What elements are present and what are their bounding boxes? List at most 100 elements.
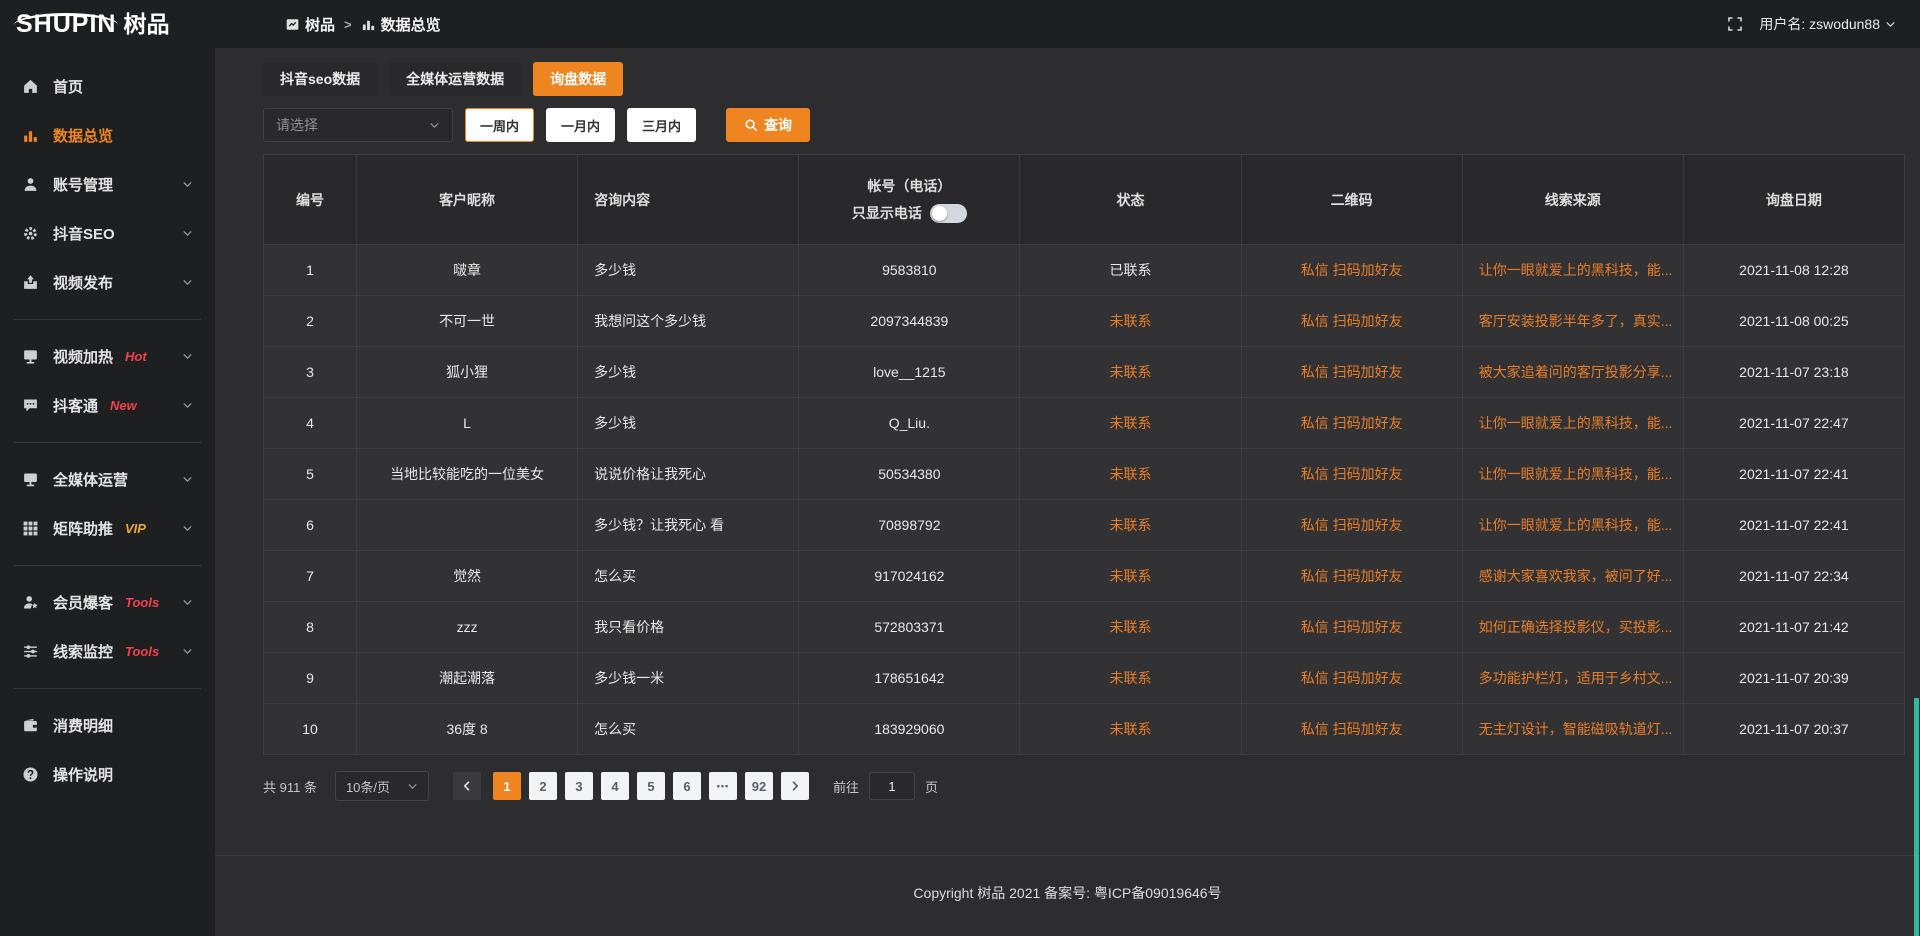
- sidebar-item-question[interactable]: 操作说明: [0, 750, 215, 799]
- sidebar-item-gear[interactable]: 抖音SEO: [0, 209, 215, 258]
- sidebar-item-chat[interactable]: 抖客通New: [0, 381, 215, 430]
- cell-nickname: 当地比较能吃的一位美女: [357, 449, 578, 500]
- range-month-button[interactable]: 一月内: [546, 108, 615, 142]
- pagination: 共 911 条 10条/页 123456•••92 前往 页: [263, 771, 1905, 801]
- cell-qr-links[interactable]: 私信 扫码加好友: [1241, 500, 1462, 551]
- search-icon: [744, 118, 758, 132]
- user-menu[interactable]: 用户名: zswodun88: [1759, 14, 1896, 34]
- cell-index: 8: [264, 602, 357, 653]
- cell-index: 5: [264, 449, 357, 500]
- sidebar-menu: 首页数据总览账号管理抖音SEO视频发布视频加热Hot抖客通New 全媒体运营矩阵助…: [0, 48, 215, 936]
- cell-qr-links[interactable]: 私信 扫码加好友: [1241, 653, 1462, 704]
- phone-only-label: 只显示电话: [852, 203, 922, 223]
- cell-lead-source[interactable]: 感谢大家喜欢我家，被问了好...: [1462, 551, 1683, 602]
- cell-inquiry-date: 2021-11-08 12:28: [1683, 245, 1904, 296]
- sidebar-item-video-publish[interactable]: 视频发布: [0, 258, 215, 307]
- cell-qr-links[interactable]: 私信 扫码加好友: [1241, 398, 1462, 449]
- cell-index: 1: [264, 245, 357, 296]
- sidebar-item-badge: Tools: [125, 644, 159, 659]
- cell-qr-links[interactable]: 私信 扫码加好友: [1241, 245, 1462, 296]
- cell-account: 50534380: [799, 449, 1020, 500]
- cell-qr-links[interactable]: 私信 扫码加好友: [1241, 551, 1462, 602]
- sidebar-item-home[interactable]: 首页: [0, 62, 215, 111]
- cell-status: 未联系: [1020, 704, 1241, 755]
- page-button-92[interactable]: 92: [745, 772, 773, 800]
- cell-nickname: 狐小狸: [357, 347, 578, 398]
- goto-page-input[interactable]: [869, 772, 915, 800]
- cell-qr-links[interactable]: 私信 扫码加好友: [1241, 347, 1462, 398]
- sidebar-item-monitor[interactable]: 全媒体运营: [0, 455, 215, 504]
- page-ellipsis[interactable]: •••: [709, 772, 737, 800]
- tab-douyin-seo-data[interactable]: 抖音seo数据: [263, 62, 377, 96]
- username-label: 用户名: zswodun88: [1759, 14, 1880, 34]
- tab-inquiry-data[interactable]: 询盘数据: [533, 62, 623, 96]
- chevron-down-icon: [182, 351, 193, 362]
- page-button-3[interactable]: 3: [565, 772, 593, 800]
- page-button-4[interactable]: 4: [601, 772, 629, 800]
- phone-only-row: 只显示电话: [799, 203, 1019, 223]
- cell-qr-links[interactable]: 私信 扫码加好友: [1241, 602, 1462, 653]
- cell-inquiry-date: 2021-11-07 22:47: [1683, 398, 1904, 449]
- chevron-down-icon: [182, 277, 193, 288]
- sidebar-item-member[interactable]: 会员爆客Tools: [0, 578, 215, 627]
- cell-qr-links[interactable]: 私信 扫码加好友: [1241, 704, 1462, 755]
- cell-nickname: zzz: [357, 602, 578, 653]
- cell-lead-source[interactable]: 多功能护栏灯，适用于乡村文...: [1462, 653, 1683, 704]
- question-icon: [22, 766, 40, 783]
- sidebar-item-bar-chart[interactable]: 数据总览: [0, 111, 215, 160]
- prev-page-button[interactable]: [453, 772, 481, 800]
- cell-lead-source[interactable]: 如何正确选择投影仪，买投影...: [1462, 602, 1683, 653]
- table-row: 8zzz我只看价格572803371未联系私信 扫码加好友如何正确选择投影仪，买…: [264, 602, 1905, 653]
- query-button[interactable]: 查询: [726, 108, 810, 142]
- breadcrumb-home-label: 树品: [305, 14, 335, 35]
- cell-lead-source[interactable]: 无主灯设计，智能磁吸轨道灯...: [1462, 704, 1683, 755]
- tab-media-operation-data[interactable]: 全媒体运营数据: [389, 62, 521, 96]
- chevron-down-icon: [1885, 19, 1896, 30]
- data-tabs: 抖音seo数据全媒体运营数据询盘数据: [263, 62, 1905, 96]
- sidebar-item-sliders[interactable]: 线索监控Tools: [0, 627, 215, 676]
- cell-lead-source[interactable]: 让你一眼就爱上的黑科技，能...: [1462, 398, 1683, 449]
- sidebar-item-grid[interactable]: 矩阵助推VIP: [0, 504, 215, 553]
- cell-lead-source[interactable]: 让你一眼就爱上的黑科技，能...: [1462, 245, 1683, 296]
- sidebar-item-label: 首页: [53, 76, 83, 97]
- chevron-left-icon: [461, 780, 473, 792]
- cell-inquiry-date: 2021-11-07 20:37: [1683, 704, 1904, 755]
- cell-inquiry-date: 2021-11-07 22:41: [1683, 500, 1904, 551]
- range-week-button[interactable]: 一周内: [465, 108, 534, 142]
- sidebar-item-screen-heat[interactable]: 视频加热Hot: [0, 332, 215, 381]
- cell-status: 未联系: [1020, 347, 1241, 398]
- table-row: 9潮起潮落多少钱一米178651642未联系私信 扫码加好友多功能护栏灯，适用于…: [264, 653, 1905, 704]
- filter-select[interactable]: 请选择: [263, 108, 453, 142]
- cell-qr-links[interactable]: 私信 扫码加好友: [1241, 449, 1462, 500]
- sidebar-item-user[interactable]: 账号管理: [0, 160, 215, 209]
- cell-status: 未联系: [1020, 602, 1241, 653]
- cell-nickname: [357, 500, 578, 551]
- cell-qr-links[interactable]: 私信 扫码加好友: [1241, 296, 1462, 347]
- next-page-button[interactable]: [781, 772, 809, 800]
- cell-account: 183929060: [799, 704, 1020, 755]
- cell-lead-source[interactable]: 被大家追着问的客厅投影分享...: [1462, 347, 1683, 398]
- page-button-6[interactable]: 6: [673, 772, 701, 800]
- range-quarter-button[interactable]: 三月内: [627, 108, 696, 142]
- cell-lead-source[interactable]: 让你一眼就爱上的黑科技，能...: [1462, 449, 1683, 500]
- page-button-1[interactable]: 1: [493, 772, 521, 800]
- goto-suffix: 页: [925, 777, 938, 796]
- cell-index: 10: [264, 704, 357, 755]
- sidebar-item-badge: Hot: [125, 349, 147, 364]
- chevron-down-icon: [429, 120, 440, 131]
- sidebar-item-label: 全媒体运营: [53, 469, 128, 490]
- cell-lead-source[interactable]: 让你一眼就爱上的黑科技，能...: [1462, 500, 1683, 551]
- cell-inquiry: 我想问这个多少钱: [578, 296, 799, 347]
- scrollbar-thumb[interactable]: [1914, 698, 1919, 936]
- page-button-5[interactable]: 5: [637, 772, 665, 800]
- breadcrumb: 树品 > 数据总览: [285, 14, 441, 35]
- col-index: 编号: [264, 155, 357, 245]
- breadcrumb-home[interactable]: 树品: [285, 14, 335, 35]
- page-size-select[interactable]: 10条/页: [335, 771, 429, 801]
- cell-lead-source[interactable]: 客厅安装投影半年多了，真实...: [1462, 296, 1683, 347]
- col-qrcode: 二维码: [1241, 155, 1462, 245]
- phone-only-toggle[interactable]: [930, 204, 967, 223]
- fullscreen-icon[interactable]: [1727, 16, 1743, 32]
- page-button-2[interactable]: 2: [529, 772, 557, 800]
- sidebar-item-wallet[interactable]: 消费明细: [0, 701, 215, 750]
